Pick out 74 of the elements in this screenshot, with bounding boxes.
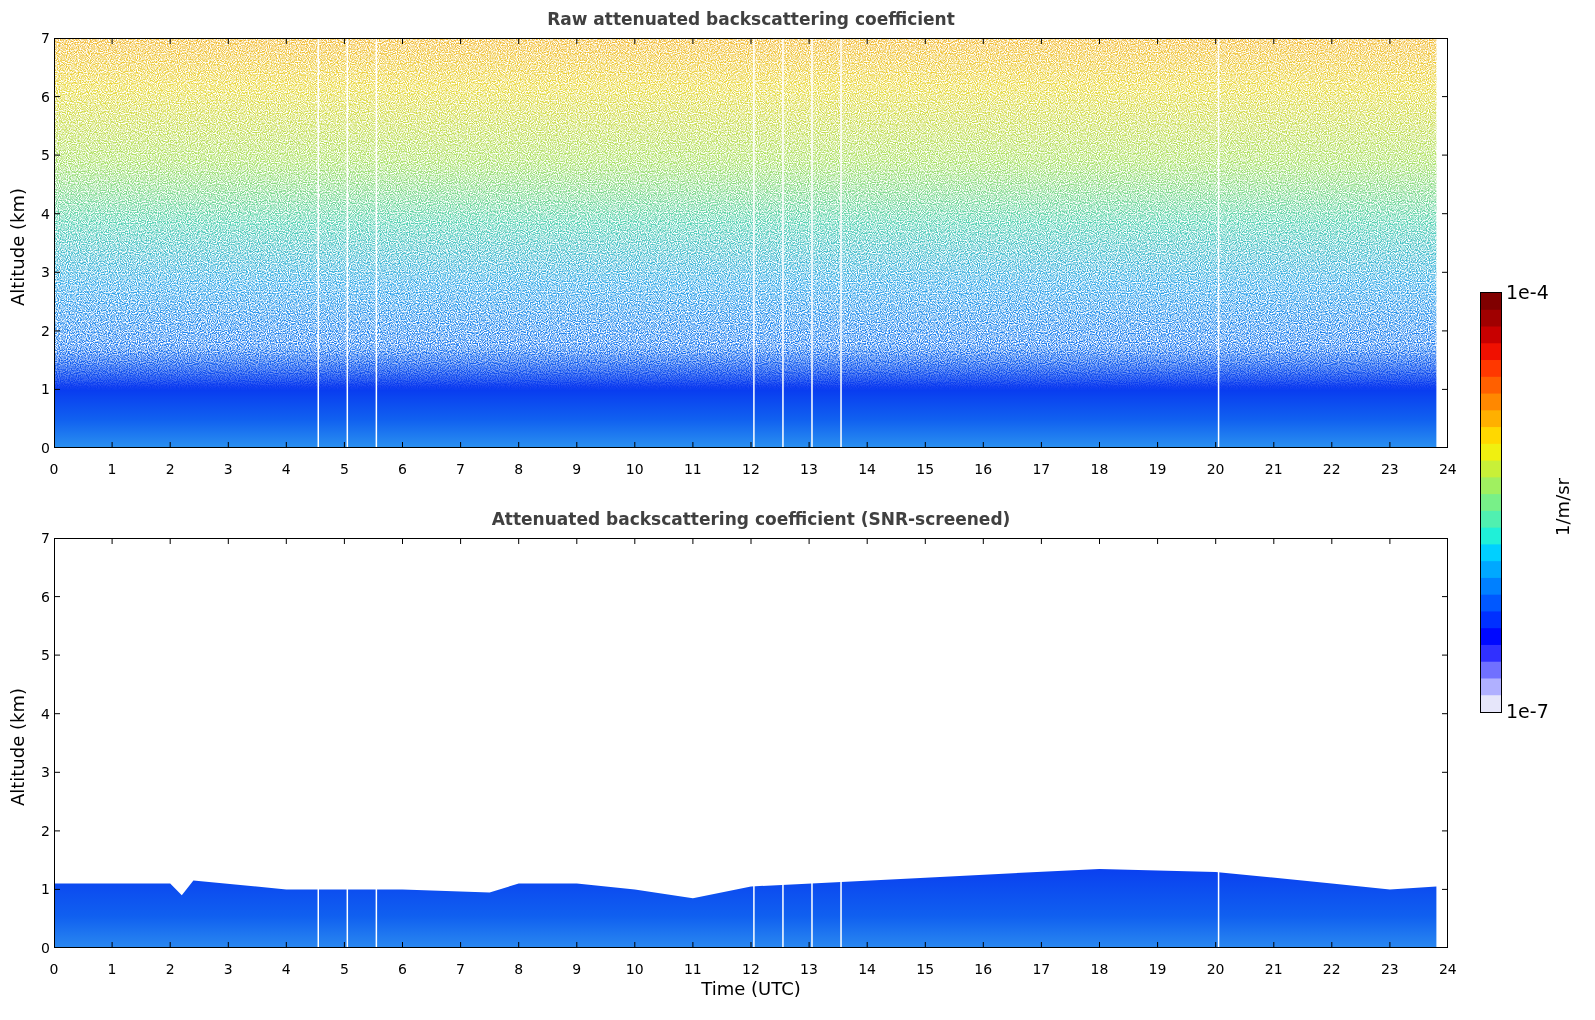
x-tick-label: 0	[48, 960, 60, 978]
colorbar-tick-label: 1e-7	[1505, 700, 1550, 722]
y-tick-label: 7	[40, 29, 51, 47]
x-tick-label: 8	[513, 460, 525, 478]
x-tick-label: 10	[624, 460, 645, 478]
x-tick-label: 6	[397, 960, 408, 978]
x-tick-label: 10	[624, 960, 645, 978]
x-tick-label: 4	[280, 460, 292, 478]
y-tick-label: 1	[40, 880, 51, 899]
x-tick-label: 1	[106, 960, 118, 978]
x-tick-label: 24	[1437, 960, 1458, 978]
y-tick-label: 6	[40, 587, 51, 606]
x-tick-label: 19	[1147, 960, 1168, 978]
x-tick-label: 14	[857, 960, 877, 978]
y-tick-label: 5	[40, 646, 51, 665]
x-tick-label: 17	[1031, 960, 1052, 978]
x-tick-label: 13	[799, 960, 819, 978]
x-tick-label: 17	[1031, 460, 1052, 478]
colorbar-tick-label: 1e-4	[1505, 281, 1550, 303]
x-tick-label: 12	[741, 960, 761, 978]
x-tick-label: 9	[571, 960, 583, 978]
x-tick-label: 14	[857, 460, 877, 478]
x-tick-label: 15	[915, 960, 936, 978]
x-tick-label: 3	[222, 960, 234, 978]
x-tick-label: 20	[1205, 460, 1226, 478]
x-tick-label: 3	[222, 460, 234, 478]
y-tick-label: 2	[40, 321, 51, 340]
x-tick-label: 20	[1205, 960, 1226, 978]
x-tick-label: 18	[1089, 460, 1110, 478]
x-tick-label: 4	[280, 960, 292, 978]
x-tick-label: 7	[455, 460, 466, 478]
x-tick-label: 18	[1089, 960, 1110, 978]
chart-title: Attenuated backscattering coefficient (SNR-screened)	[491, 508, 1011, 531]
x-tick-label: 11	[682, 960, 703, 978]
y-axis-label: Altitude (km)	[6, 188, 28, 307]
y-axis-label: Altitude (km)	[6, 688, 28, 807]
x-tick-label: 21	[1263, 960, 1284, 978]
x-tick-label: 23	[1379, 960, 1400, 978]
x-tick-label: 11	[682, 460, 703, 478]
y-tick-label: 7	[40, 529, 51, 547]
x-tick-label: 22	[1321, 960, 1342, 978]
y-tick-label: 3	[40, 263, 51, 282]
x-tick-label: 2	[164, 960, 176, 978]
x-tick-label: 5	[338, 960, 350, 978]
x-tick-label: 21	[1263, 460, 1284, 478]
x-tick-label: 24	[1437, 460, 1458, 478]
x-tick-label: 0	[48, 460, 60, 478]
y-tick-label: 0	[40, 438, 51, 457]
x-tick-label: 13	[799, 460, 819, 478]
colorbar-label: 1/m/sr	[1552, 478, 1574, 536]
x-tick-label: 6	[397, 460, 408, 478]
y-tick-label: 3	[40, 763, 51, 782]
x-tick-label: 1	[106, 460, 118, 478]
y-tick-label: 4	[40, 704, 51, 723]
y-tick-label: 4	[40, 204, 51, 223]
y-tick-label: 1	[40, 380, 51, 399]
x-tick-label: 8	[513, 960, 525, 978]
x-tick-label: 5	[338, 460, 350, 478]
x-tick-label: 19	[1147, 460, 1168, 478]
x-tick-label: 2	[164, 460, 176, 478]
y-tick-label: 0	[40, 938, 51, 957]
x-tick-label: 9	[571, 460, 583, 478]
x-tick-label: 15	[915, 460, 936, 478]
x-tick-label: 12	[741, 460, 761, 478]
x-axis-label: Time (UTC)	[701, 978, 801, 1000]
x-tick-label: 7	[455, 960, 466, 978]
x-tick-label: 23	[1379, 460, 1400, 478]
y-tick-label: 6	[40, 87, 51, 106]
chart-title: Raw attenuated backscattering coefficient	[547, 8, 955, 31]
y-tick-label: 2	[40, 821, 51, 840]
y-tick-label: 5	[40, 146, 51, 165]
x-tick-label: 16	[973, 460, 994, 478]
x-tick-label: 22	[1321, 460, 1342, 478]
x-tick-label: 16	[973, 960, 994, 978]
